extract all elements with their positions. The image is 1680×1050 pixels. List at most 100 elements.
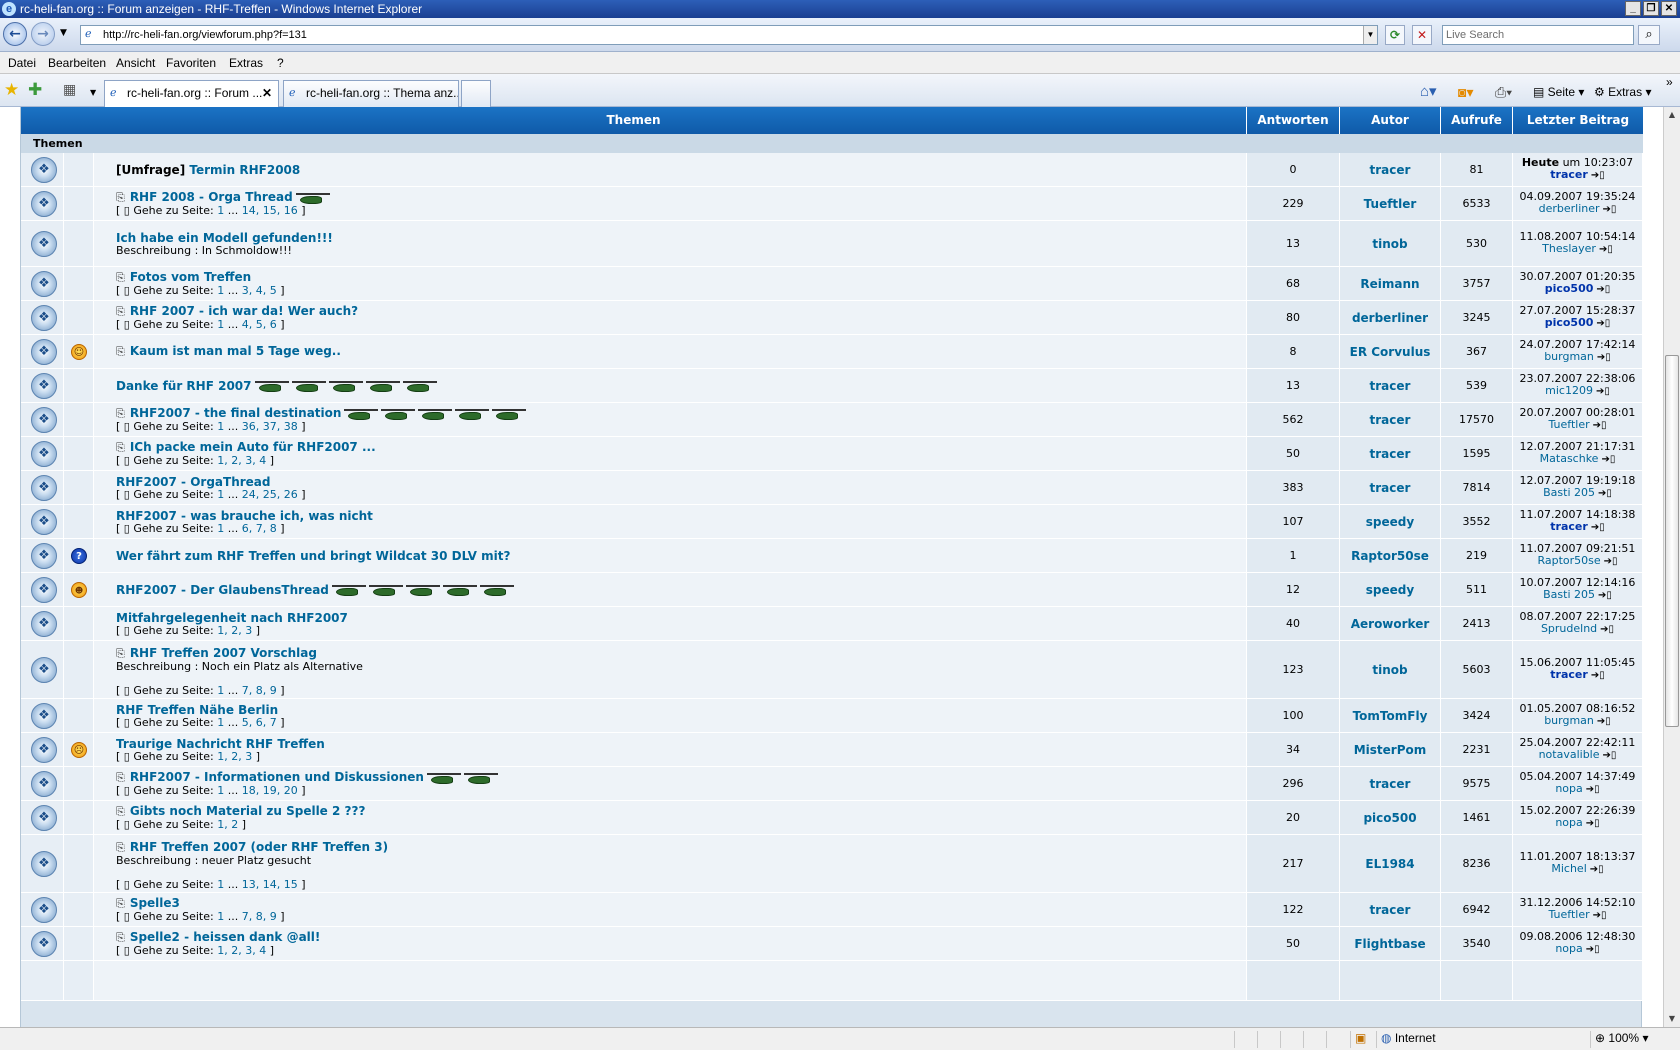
last-post-user-link[interactable]: Basti 205 <box>1543 486 1595 499</box>
favorites-star-icon[interactable]: ★ <box>4 80 19 100</box>
topic-title-link[interactable]: RHF Treffen 2007 Vorschlag <box>130 646 317 660</box>
header-author[interactable]: Autor <box>1340 107 1441 134</box>
topic-title-link[interactable]: RHF 2008 - Orga Thread <box>130 190 293 204</box>
tab-thema[interactable]: ℯ rc-heli-fan.org :: Thema anz... <box>283 80 459 107</box>
last-post-user-link[interactable]: Basti 205 <box>1543 588 1595 601</box>
security-zone[interactable]: ◍ Internet <box>1376 1031 1516 1048</box>
goto-last-post-icon[interactable]: ➔▯ <box>1586 944 1600 955</box>
last-post-user-link[interactable]: burgman <box>1544 350 1594 363</box>
page-link[interactable]: 2 <box>231 818 238 831</box>
goto-last-post-icon[interactable]: ➔▯ <box>1590 864 1604 875</box>
last-post-user-link[interactable]: tracer <box>1550 520 1588 533</box>
author-link[interactable]: Flightbase <box>1354 937 1425 951</box>
goto-last-post-icon[interactable]: ➔▯ <box>1593 910 1607 921</box>
page-link[interactable]: 6, <box>242 522 253 535</box>
page-link[interactable]: 13, <box>242 878 260 891</box>
topic-title-link[interactable]: Spelle3 <box>130 896 180 910</box>
page-link[interactable]: 5, <box>242 716 253 729</box>
menu-bearbeiten[interactable]: Bearbeiten <box>48 56 106 70</box>
page-link[interactable]: 2, <box>231 624 242 637</box>
header-topics[interactable]: Themen <box>21 107 1247 134</box>
last-post-user-link[interactable]: burgman <box>1544 714 1594 727</box>
goto-last-post-icon[interactable]: ➔▯ <box>1598 590 1612 601</box>
feeds-icon[interactable]: ◙▾ <box>1458 84 1473 100</box>
address-field[interactable]: ℯ http://rc-heli-fan.org/viewforum.php?f… <box>80 25 1378 45</box>
topic-title-link[interactable]: RHF2007 - was brauche ich, was nicht <box>116 509 373 523</box>
topic-title-link[interactable]: Wer fährt zum RHF Treffen und bringt Wil… <box>116 549 510 563</box>
menu-ansicht[interactable]: Ansicht <box>116 56 155 70</box>
page-link[interactable]: 1 <box>217 420 224 433</box>
quick-tabs-icon[interactable]: ▦ <box>63 80 76 100</box>
goto-last-post-icon[interactable]: ➔▯ <box>1597 352 1611 363</box>
tools-menu[interactable]: ⚙ Extras ▾ <box>1594 84 1651 100</box>
page-link[interactable]: 1, <box>217 454 228 467</box>
page-link[interactable]: 1, <box>217 624 228 637</box>
page-link[interactable]: 7 <box>270 716 277 729</box>
forward-button[interactable]: → <box>31 22 55 46</box>
goto-last-post-icon[interactable]: ➔▯ <box>1591 170 1605 181</box>
page-link[interactable]: 14, <box>263 878 281 891</box>
goto-last-post-icon[interactable]: ➔▯ <box>1593 420 1607 431</box>
author-link[interactable]: EL1984 <box>1365 857 1414 871</box>
last-post-user-link[interactable]: Mataschke <box>1540 452 1599 465</box>
page-link[interactable]: 8, <box>256 910 267 923</box>
scroll-up-icon[interactable]: ▲ <box>1665 108 1679 122</box>
goto-last-post-icon[interactable]: ➔▯ <box>1586 784 1600 795</box>
tab-forum[interactable]: ℯ rc-heli-fan.org :: Forum ... ✕ <box>104 80 279 107</box>
page-link[interactable]: 4 <box>259 944 266 957</box>
scroll-down-icon[interactable]: ▼ <box>1665 1012 1679 1026</box>
page-link[interactable]: 3, <box>245 454 256 467</box>
last-post-user-link[interactable]: nopa <box>1555 782 1582 795</box>
topic-title-link[interactable]: Gibts noch Material zu Spelle 2 ??? <box>130 804 366 818</box>
page-link[interactable]: 14, <box>242 204 260 217</box>
author-link[interactable]: Tueftler <box>1364 197 1417 211</box>
goto-last-post-icon[interactable]: ➔▯ <box>1600 624 1614 635</box>
page-link[interactable]: 1, <box>217 750 228 763</box>
home-icon[interactable]: ⌂▾ <box>1420 84 1437 100</box>
author-link[interactable]: MisterPom <box>1354 743 1427 757</box>
goto-last-post-icon[interactable]: ➔▯ <box>1596 318 1610 329</box>
topic-title-link[interactable]: RHF2007 - Der GlaubensThread <box>116 583 329 597</box>
page-link[interactable]: 1 <box>217 488 224 501</box>
menu-help[interactable]: ? <box>277 56 284 70</box>
last-post-user-link[interactable]: Raptor50se <box>1537 554 1600 567</box>
last-post-user-link[interactable]: Sprudelnd <box>1541 622 1597 635</box>
author-link[interactable]: pico500 <box>1363 811 1416 825</box>
page-link[interactable]: 7, <box>242 910 253 923</box>
author-link[interactable]: tracer <box>1370 777 1411 791</box>
last-post-user-link[interactable]: nopa <box>1555 942 1582 955</box>
history-dropdown-icon[interactable]: ▼ <box>60 28 67 38</box>
page-link[interactable]: 26 <box>284 488 298 501</box>
author-link[interactable]: speedy <box>1366 515 1414 529</box>
page-link[interactable]: 3, <box>242 284 253 297</box>
address-dropdown-icon[interactable]: ▼ <box>1363 26 1377 44</box>
topic-title-link[interactable]: RHF Treffen Nähe Berlin <box>116 703 278 717</box>
search-input[interactable]: Live Search <box>1442 25 1634 45</box>
page-link[interactable]: 4, <box>242 318 253 331</box>
goto-last-post-icon[interactable]: ➔▯ <box>1599 244 1613 255</box>
topic-title-link[interactable]: Kaum ist man mal 5 Tage weg.. <box>130 344 341 358</box>
goto-last-post-icon[interactable]: ➔▯ <box>1596 284 1610 295</box>
page-link[interactable]: 1 <box>217 318 224 331</box>
author-link[interactable]: tinob <box>1372 663 1407 677</box>
topic-title-link[interactable]: Spelle2 - heissen dank @all! <box>130 930 321 944</box>
page-link[interactable]: 36, <box>242 420 260 433</box>
topic-title-link[interactable]: Fotos vom Treffen <box>130 270 251 284</box>
page-link[interactable]: 25, <box>263 488 281 501</box>
topic-title-link[interactable]: RHF2007 - OrgaThread <box>116 475 271 489</box>
page-link[interactable]: 6 <box>270 318 277 331</box>
author-link[interactable]: tinob <box>1372 237 1407 251</box>
topic-title-link[interactable]: Mitfahrgelegenheit nach RHF2007 <box>116 611 348 625</box>
scroll-thumb[interactable] <box>1665 355 1679 727</box>
page-link[interactable]: 2, <box>231 454 242 467</box>
goto-last-post-icon[interactable]: ➔▯ <box>1596 386 1610 397</box>
page-link[interactable]: 1 <box>217 716 224 729</box>
page-link[interactable]: 7, <box>256 522 267 535</box>
goto-last-post-icon[interactable]: ➔▯ <box>1597 716 1611 727</box>
back-button[interactable]: ← <box>3 22 27 46</box>
page-link[interactable]: 2, <box>231 750 242 763</box>
protected-mode-icon[interactable]: ▣ <box>1350 1031 1370 1048</box>
last-post-user-link[interactable]: mic1209 <box>1545 384 1593 397</box>
last-post-user-link[interactable]: notavalible <box>1539 748 1600 761</box>
last-post-user-link[interactable]: Michel <box>1551 862 1586 875</box>
